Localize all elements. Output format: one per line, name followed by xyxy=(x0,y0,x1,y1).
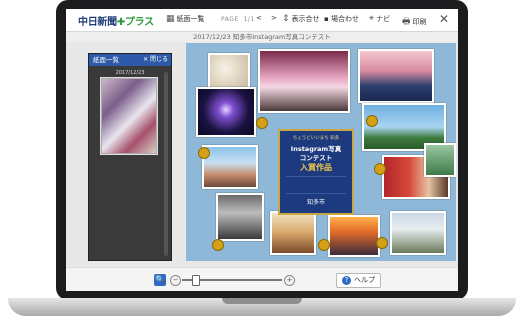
panel-close-button[interactable]: ✕ 閉じる xyxy=(143,54,168,66)
panel-header: 紙面一覧 ✕ 閉じる xyxy=(89,54,171,66)
card-title-line2: コンテスト xyxy=(299,154,333,162)
award-badge-icon xyxy=(256,117,268,129)
zoom-in-button[interactable]: + xyxy=(284,275,295,286)
photo-tile xyxy=(202,145,258,189)
close-icon[interactable]: ✕ xyxy=(439,12,449,26)
navi-button[interactable]: ⌖ ナビ xyxy=(369,14,390,24)
page-subtitle: 2017/12/23 知多市Instagram写真コンテスト xyxy=(66,32,458,42)
search-icon[interactable]: 🔍 xyxy=(154,274,166,286)
view-all-button[interactable]: ▦ 紙面一覧 xyxy=(166,14,205,24)
zoom-out-button[interactable]: − xyxy=(170,275,181,286)
page-thumbnail[interactable] xyxy=(100,77,158,155)
zoom-slider-handle[interactable] xyxy=(192,275,200,286)
photo-tile xyxy=(390,211,446,255)
photo-tile xyxy=(216,193,264,241)
brand-logo: 中日新聞✚プラス xyxy=(78,17,154,28)
card-city: 知多市 xyxy=(306,199,325,206)
thumbnail-date: 2017/12/23 xyxy=(115,70,145,76)
newspaper-page[interactable]: ちょうどいいまち 知多 Instagram写真 コンテスト 入賞作品 知多市 xyxy=(186,43,456,261)
award-badge-icon xyxy=(212,239,224,251)
photo-tile xyxy=(358,49,434,103)
fit-height-button[interactable]: ⇕ 表示合せ xyxy=(282,14,320,24)
photo-tile xyxy=(270,211,316,255)
zoom-bar: 🔍 − + ? ヘルプ xyxy=(66,267,458,291)
panel-scrollbar[interactable] xyxy=(164,72,168,256)
award-badge-icon xyxy=(374,163,386,175)
page-indicator: PAGE 1/1 xyxy=(221,16,255,23)
fit-width-button[interactable]: ▪ 場合わせ xyxy=(324,14,359,24)
toolbar: 中日新聞✚プラス ▦ 紙面一覧 PAGE 1/1 < > ⇕ 表示合せ ▪ 場合… xyxy=(66,9,458,32)
photo-tile xyxy=(208,53,250,91)
photo-tile xyxy=(258,49,350,113)
photo-tile xyxy=(196,87,256,137)
photo-tile xyxy=(328,215,380,257)
help-button[interactable]: ? ヘルプ xyxy=(336,273,381,288)
photo-tile xyxy=(424,143,456,177)
award-badge-icon xyxy=(366,115,378,127)
laptop-notch xyxy=(222,298,302,304)
print-button[interactable]: 🖶 印刷 xyxy=(402,14,427,30)
grid-icon: ▦ xyxy=(166,14,175,24)
fit-height-icon: ⇕ xyxy=(282,14,290,24)
card-subtitle: ちょうどいいまち 知多 xyxy=(292,136,340,141)
card-award-heading: 入賞作品 xyxy=(300,163,332,172)
chevron-right-icon: > xyxy=(271,14,277,22)
award-badge-icon xyxy=(376,237,388,249)
prev-page-button[interactable]: < xyxy=(256,14,262,22)
help-icon: ? xyxy=(342,276,351,285)
page-list-panel: 紙面一覧 ✕ 閉じる 2017/12/23 xyxy=(88,53,172,261)
contest-title-card: ちょうどいいまち 知多 Instagram写真 コンテスト 入賞作品 知多市 xyxy=(278,129,354,215)
printer-icon: 🖶 xyxy=(402,17,411,27)
chevron-left-icon: < xyxy=(256,14,262,22)
award-badge-icon xyxy=(198,147,210,159)
crosshair-icon: ⌖ xyxy=(369,14,375,24)
app-screen: 中日新聞✚プラス ▦ 紙面一覧 PAGE 1/1 < > ⇕ 表示合せ ▪ 場合… xyxy=(66,9,458,291)
card-body-text xyxy=(286,176,346,194)
thumbnail-selection-frame xyxy=(100,77,158,155)
next-page-button[interactable]: > xyxy=(271,14,277,22)
award-badge-icon xyxy=(318,239,330,251)
